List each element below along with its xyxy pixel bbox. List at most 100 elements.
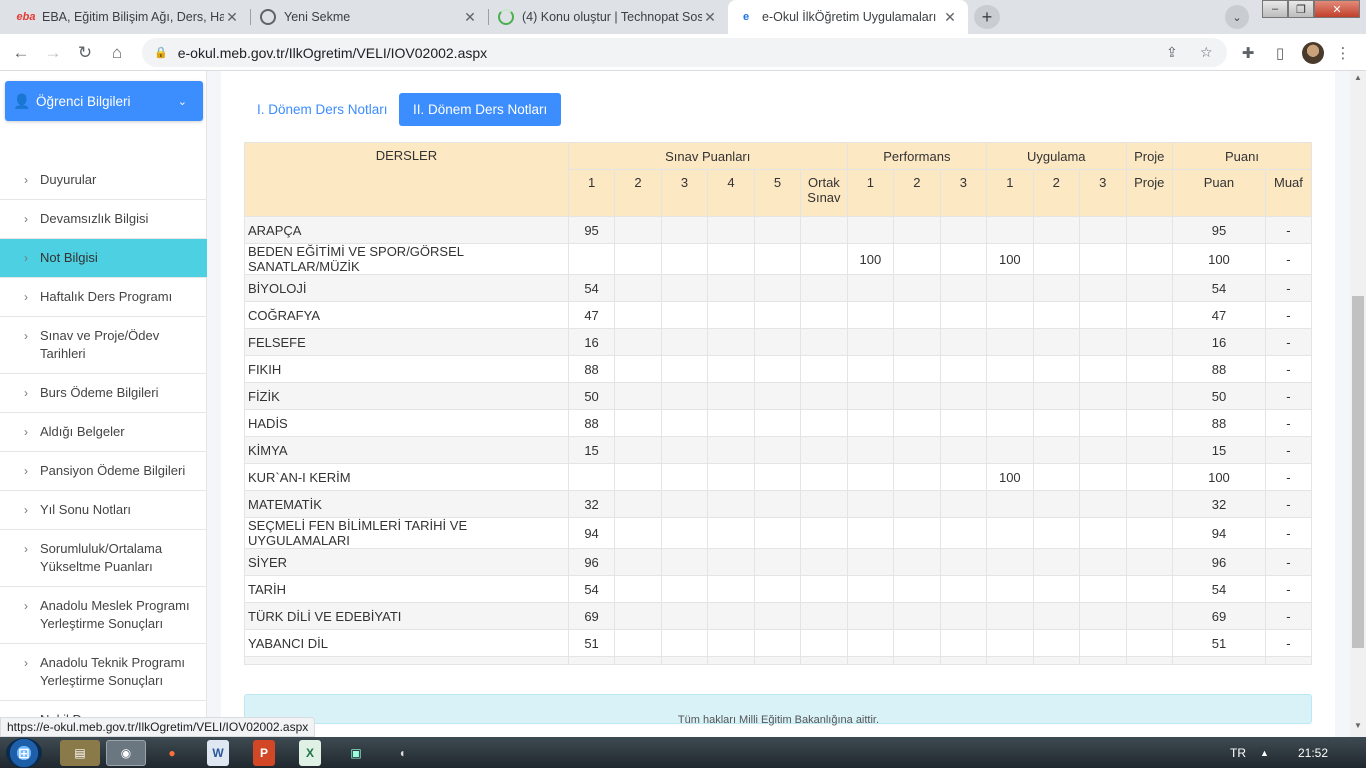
grade-cell bbox=[707, 463, 755, 491]
grade-cell bbox=[614, 436, 662, 464]
course-name: FİZİK bbox=[244, 382, 569, 410]
grade-cell: 15 bbox=[567, 436, 616, 464]
grade-cell bbox=[660, 548, 709, 576]
grade-cell bbox=[893, 463, 941, 491]
sidebar-item-haftalik-program[interactable]: › Haftalık Ders Programı bbox=[0, 278, 207, 317]
student-info-dropdown[interactable]: 👤 Öğrenci Bilgileri ⌄ bbox=[5, 81, 203, 121]
browser-tab-eokul[interactable]: e e-Okul İlkÖğretim Uygulamaları ✕ bbox=[728, 0, 968, 34]
address-bar[interactable]: 🔒 e-okul.meb.gov.tr/IlkOgretim/VELI/IOV0… bbox=[142, 38, 1227, 67]
sidebar-item-anadolu-teknik[interactable]: › Anadolu Teknik Programı Yerleştirme Son… bbox=[0, 644, 207, 701]
file-explorer-icon[interactable]: ▤ bbox=[60, 740, 100, 766]
grade-cell bbox=[753, 517, 802, 549]
sidebar-item-duyurular[interactable]: › Duyurular bbox=[0, 161, 207, 200]
grade-cell bbox=[846, 216, 895, 244]
menu-dots-icon[interactable]: ⋮ bbox=[1330, 40, 1356, 66]
firefox-icon[interactable]: ● bbox=[152, 740, 192, 766]
grade-cell bbox=[1125, 436, 1173, 464]
sidebar-item-label: Duyurular bbox=[40, 172, 97, 187]
word-icon[interactable]: W bbox=[207, 740, 229, 766]
browser-tab-technopat[interactable]: (4) Konu oluştur | Technopat Sosy ✕ bbox=[488, 0, 728, 34]
table-row: YABANCI DİL 51 51- bbox=[244, 629, 1313, 657]
grade-cell: - bbox=[1264, 216, 1313, 244]
grade-cell bbox=[939, 301, 988, 329]
grade-cell: - bbox=[1264, 382, 1313, 410]
close-tab-icon[interactable]: ✕ bbox=[702, 9, 718, 26]
lock-icon[interactable]: 🔒 bbox=[154, 46, 168, 59]
chevron-right-icon: › bbox=[24, 386, 28, 400]
grade-cell bbox=[986, 301, 1034, 329]
grade-cell bbox=[1079, 274, 1127, 302]
grade-cell bbox=[893, 328, 941, 356]
scroll-down-arrow-icon[interactable]: ▼ bbox=[1350, 721, 1366, 735]
grade-cell bbox=[939, 409, 988, 437]
excel-icon[interactable]: X bbox=[299, 740, 321, 766]
new-tab-button[interactable]: + bbox=[974, 5, 1000, 29]
back-button[interactable]: ← bbox=[8, 40, 34, 66]
profile-avatar[interactable] bbox=[1302, 42, 1324, 64]
home-button[interactable]: ⌂ bbox=[104, 40, 130, 66]
sidebar-item-anadolu-meslek[interactable]: › Anadolu Meslek Programı Yerleştirme Son… bbox=[0, 587, 207, 644]
course-name: YABANCI DİL bbox=[244, 629, 569, 657]
sidebar-item-label: Aldığı Belgeler bbox=[40, 424, 125, 439]
close-tab-icon[interactable]: ✕ bbox=[224, 9, 240, 26]
side-panel-icon[interactable]: ▯ bbox=[1267, 40, 1293, 66]
grade-cell bbox=[660, 656, 709, 665]
sidebar-item-belgeler[interactable]: › Aldığı Belgeler bbox=[0, 413, 207, 452]
share-icon[interactable]: ⇪ bbox=[1166, 38, 1178, 67]
powerpoint-icon[interactable]: P bbox=[253, 740, 275, 766]
grade-cell bbox=[1032, 575, 1081, 603]
audio-app-icon[interactable]: ◖ bbox=[382, 740, 422, 766]
grade-cell bbox=[707, 629, 755, 657]
grade-cell bbox=[707, 382, 755, 410]
bookmark-star-icon[interactable]: ☆ bbox=[1200, 38, 1213, 67]
close-window-button[interactable]: ✕ bbox=[1314, 0, 1360, 18]
grade-cell bbox=[893, 274, 941, 302]
sidebar-item-pansiyon[interactable]: › Pansiyon Ödeme Bilgileri bbox=[0, 452, 207, 491]
grade-cell bbox=[800, 490, 848, 518]
grade-cell bbox=[614, 656, 662, 665]
clock[interactable]: 21:52 bbox=[1298, 737, 1328, 768]
tab-first-term[interactable]: I. Dönem Ders Notları bbox=[243, 93, 402, 126]
grade-cell: 32 bbox=[567, 490, 616, 518]
scroll-up-arrow-icon[interactable]: ▲ bbox=[1350, 73, 1366, 87]
grade-cell bbox=[893, 243, 941, 275]
grade-cell bbox=[800, 656, 848, 665]
language-indicator[interactable]: TR bbox=[1230, 737, 1246, 768]
page-viewport: 👤 Öğrenci Bilgileri ⌄ › Duyurular › Devams… bbox=[0, 71, 1350, 737]
browser-tab-new[interactable]: Yeni Sekme ✕ bbox=[250, 0, 488, 34]
grade-cell bbox=[1079, 355, 1127, 383]
header-performans: Performans bbox=[846, 142, 988, 170]
page-scrollbar[interactable]: ▲ ▼ bbox=[1350, 71, 1366, 737]
grade-cell: 51 bbox=[1171, 629, 1266, 657]
tab-search-button[interactable]: ⌄ bbox=[1225, 5, 1249, 29]
grade-cell bbox=[1079, 490, 1127, 518]
grade-cell bbox=[893, 355, 941, 383]
grade-cell: 100 bbox=[1171, 243, 1266, 275]
forward-button[interactable]: → bbox=[40, 40, 66, 66]
grade-cell bbox=[939, 602, 988, 630]
reload-button[interactable]: ↻ bbox=[72, 40, 98, 66]
maximize-button[interactable]: ❐ bbox=[1288, 0, 1314, 18]
sidebar-item-not-bilgisi[interactable]: › Not Bilgisi bbox=[0, 239, 207, 278]
sidebar-item-devamsizlik[interactable]: › Devamsızlık Bilgisi bbox=[0, 200, 207, 239]
extensions-icon[interactable]: ✚ bbox=[1235, 40, 1261, 66]
monitor-app-icon[interactable]: ▣ bbox=[336, 740, 376, 766]
scrollbar-thumb[interactable] bbox=[1352, 296, 1364, 648]
tray-expand-icon[interactable]: ▲ bbox=[1260, 737, 1269, 768]
grade-cell bbox=[800, 436, 848, 464]
chrome-taskbar-icon[interactable]: ◉ bbox=[106, 740, 146, 766]
browser-tab-eba[interactable]: eba EBA, Eğitim Bilişim Ağı, Ders, Hab ✕ bbox=[8, 0, 250, 34]
sidebar-item-burs[interactable]: › Burs Ödeme Bilgileri bbox=[0, 374, 207, 413]
table-row: KUR`AN-I KERİM 100 100- bbox=[244, 463, 1313, 491]
grade-cell bbox=[986, 216, 1034, 244]
sidebar-item-yil-sonu[interactable]: › Yıl Sonu Notları bbox=[0, 491, 207, 530]
sidebar-item-sorumluluk[interactable]: › Sorumluluk/Ortalama Yükseltme Puanları bbox=[0, 530, 207, 587]
close-tab-icon[interactable]: ✕ bbox=[942, 9, 958, 26]
close-tab-icon[interactable]: ✕ bbox=[462, 9, 478, 26]
header-uygulama: Uygulama bbox=[986, 142, 1127, 170]
windows-start-icon[interactable]: ⊞ bbox=[6, 738, 42, 768]
chevron-right-icon: › bbox=[24, 464, 28, 478]
sidebar-item-sinav-tarihleri[interactable]: › Sınav ve Proje/Ödev Tarihleri bbox=[0, 317, 207, 374]
tab-second-term[interactable]: II. Dönem Ders Notları bbox=[399, 93, 562, 126]
minimize-button[interactable]: – bbox=[1262, 0, 1288, 18]
